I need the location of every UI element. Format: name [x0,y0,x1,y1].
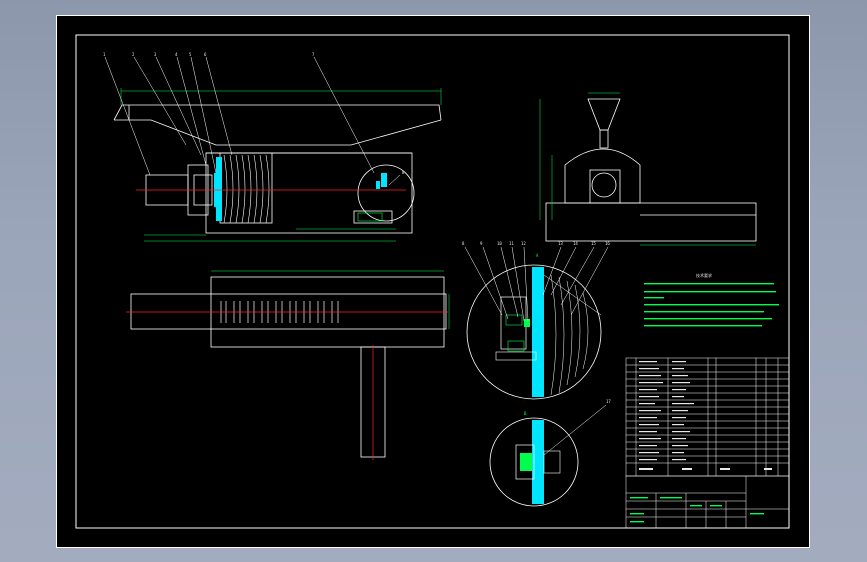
front-leaders [104,56,401,186]
inner-frame [75,34,790,529]
detail-a-balloons: 8 9 10 11 12 13 14 15 16 A [462,241,610,258]
side-view [545,98,757,242]
side-dimensions [539,92,756,246]
balloon-4: 4 [175,52,178,57]
title-block [625,475,790,529]
notes-title: 技术要求 [696,272,712,278]
balloon-7: 7 [312,52,315,57]
balloon-3: 3 [154,52,157,57]
parts-list-text-marks [639,361,772,470]
front-end-section [357,173,387,222]
top-view [130,276,447,458]
balloon-a-16: 16 [605,241,610,246]
balloon-a-12: 12 [521,241,526,246]
outer-frame [56,15,810,548]
balloon-b-17: 17 [606,399,611,404]
balloon-a-13: 13 [558,241,563,246]
top-dimensions [211,270,450,329]
balloon-2: 2 [132,52,135,57]
section-label-b: B [524,411,527,416]
balloon-a-14: 14 [573,241,578,246]
detail-a [466,264,602,400]
front-dimensions [120,88,442,242]
balloon-a-10: 10 [497,241,502,246]
balloon-5: 5 [189,52,192,57]
screw-flights [223,154,270,224]
balloon-a-11: 11 [509,241,514,246]
front-view-section [214,157,222,221]
detail-b: B 17 [489,399,611,507]
cad-viewport[interactable]: 1 2 3 4 5 6 7 8 8 9 10 11 12 13 14 15 16… [56,15,810,548]
balloon-6: 6 [204,52,207,57]
assembly-drawing: 1 2 3 4 5 6 7 8 8 9 10 11 12 13 14 15 16… [56,15,810,548]
balloon-1: 1 [103,52,106,57]
balloon-a-8: 8 [462,241,465,246]
section-label-a: A [536,253,539,258]
front-view [113,104,442,234]
balloon-a-9: 9 [480,241,483,246]
technical-notes: 技术要求 [644,272,779,327]
balloon-a-15: 15 [591,241,596,246]
